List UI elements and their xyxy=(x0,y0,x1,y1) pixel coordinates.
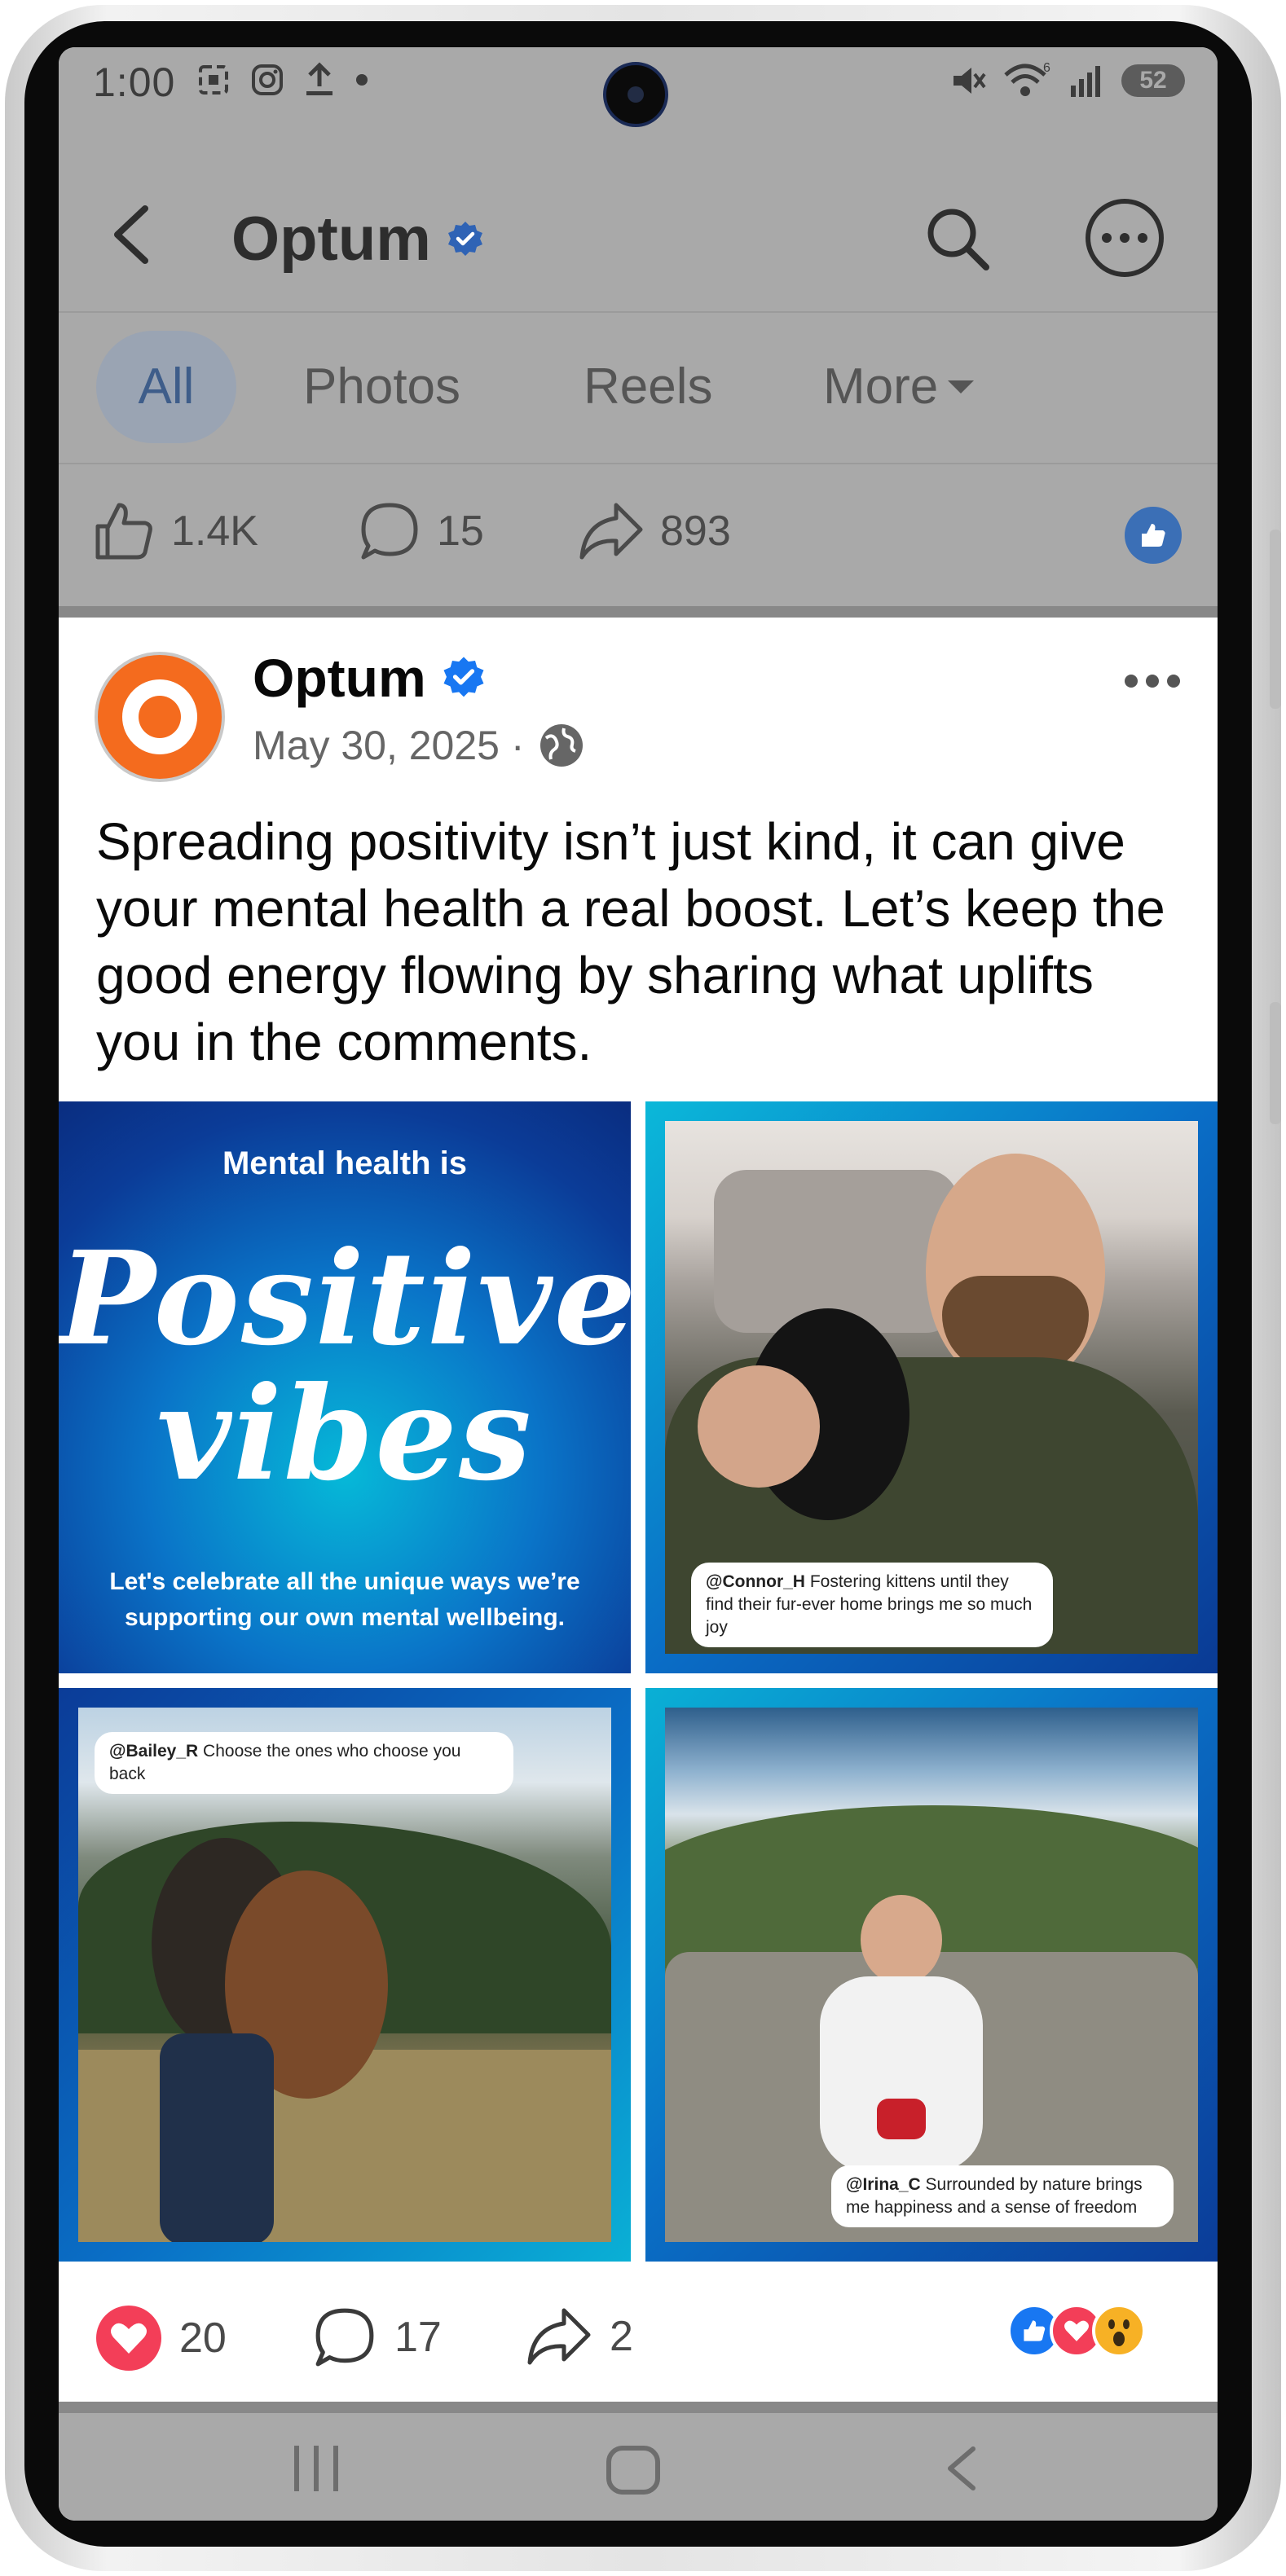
tile3-caption: @Bailey_R Choose the ones who choose you… xyxy=(95,1732,513,1794)
tab-more-label: More xyxy=(823,358,939,415)
share-icon xyxy=(579,503,643,560)
comment-icon xyxy=(361,503,418,560)
like-reaction-badge xyxy=(1125,507,1182,564)
volume-button xyxy=(1270,530,1281,709)
prev-comment-button[interactable]: 15 xyxy=(359,500,484,562)
comment-count: 17 xyxy=(394,2314,442,2361)
optum-logo xyxy=(122,679,197,754)
status-left-icons xyxy=(196,62,370,98)
photo-woman-in-nature: @Irina_C Surrounded by nature brings me … xyxy=(665,1708,1198,2242)
prev-share-count: 893 xyxy=(660,508,731,555)
status-time: 1:00 xyxy=(93,59,176,105)
mute-icon xyxy=(953,68,986,94)
more-options-button[interactable] xyxy=(1086,199,1164,277)
wifi-badge: 6 xyxy=(1043,61,1050,75)
post-text: Spreading positivity isn’t just kind, it… xyxy=(96,812,1165,1071)
photo-two-friends-hugging: @Bailey_R Choose the ones who choose you… xyxy=(78,1708,611,2242)
jeans xyxy=(160,2033,274,2242)
image-grid: Mental health is Positive vibes Let's ce… xyxy=(59,1101,1218,2262)
filter-tabs: All Photos Reels More xyxy=(59,313,1218,463)
system-navigation-bar xyxy=(59,2413,1218,2521)
globe-icon xyxy=(540,724,583,767)
man-hand xyxy=(698,1365,820,1488)
feed-separator xyxy=(59,606,1218,618)
tile4-caption: @Irina_C Surrounded by nature brings me … xyxy=(831,2165,1174,2227)
tile2-caption: @Connor_H Fostering kittens until they f… xyxy=(691,1563,1053,1647)
wifi-icon: 6 xyxy=(1004,61,1050,96)
post-card: Optum May 30, 2025 · Spreading positivit… xyxy=(59,618,1218,2402)
tile-footer: Let's celebrate all the unique ways we’r… xyxy=(109,1568,580,1631)
tile3-handle: @Bailey_R xyxy=(109,1742,199,1761)
tab-more[interactable]: More xyxy=(823,331,976,443)
search-icon[interactable] xyxy=(923,204,991,272)
chevron-down-icon xyxy=(948,380,975,393)
prev-like-button[interactable]: 1.4K xyxy=(93,500,258,562)
white-jacket xyxy=(820,1976,983,2172)
share-icon xyxy=(527,2308,591,2365)
post-options-button[interactable] xyxy=(1125,675,1180,688)
page-header: Optum xyxy=(59,129,1218,312)
system-back-icon[interactable] xyxy=(939,2446,988,2491)
image-tile-positive-vibes[interactable]: Mental health is Positive vibes Let's ce… xyxy=(59,1101,631,1673)
front-camera xyxy=(603,62,668,127)
home-button[interactable] xyxy=(606,2446,660,2495)
photo-man-with-cat: @Connor_H Fostering kittens until they f… xyxy=(665,1121,1198,1654)
tile-big-text-2: vibes xyxy=(156,1359,533,1510)
screenshot-icon xyxy=(199,65,228,95)
image-tile-connor[interactable]: @Connor_H Fostering kittens until they f… xyxy=(645,1101,1218,1673)
recent-apps-button[interactable] xyxy=(284,2446,349,2491)
dot-icon xyxy=(356,74,368,86)
back-arrow-icon[interactable] xyxy=(108,202,156,267)
post-date[interactable]: May 30, 2025 · xyxy=(253,722,525,769)
bottom-separator xyxy=(59,2402,1218,2413)
red-bag xyxy=(877,2099,926,2139)
tile4-handle: @Irina_C xyxy=(846,2175,921,2194)
like-icon xyxy=(1142,524,1165,547)
verified-badge-icon xyxy=(447,221,482,256)
previous-post-stats: 1.4K 15 893 xyxy=(59,464,1218,608)
woman-face xyxy=(861,1895,942,1985)
image-tile-irina[interactable]: @Irina_C Surrounded by nature brings me … xyxy=(645,1688,1218,2262)
page-title: Optum xyxy=(231,204,431,274)
share-button[interactable]: 2 xyxy=(525,2306,633,2367)
comment-button[interactable]: 17 xyxy=(313,2306,442,2369)
power-button xyxy=(1270,1002,1281,1124)
love-react-button[interactable]: 20 xyxy=(96,2306,227,2371)
tab-reels[interactable]: Reels xyxy=(584,331,713,443)
wow-icon xyxy=(1092,2304,1146,2358)
love-count: 20 xyxy=(179,2314,227,2362)
tile2-handle: @Connor_H xyxy=(706,1572,805,1591)
prev-comment-count: 15 xyxy=(437,508,484,555)
screen: 1:00 6 52 Optum All Photos Reels More 1.… xyxy=(59,47,1218,2521)
status-right-icons: 6 52 xyxy=(949,60,1185,101)
prev-share-button[interactable]: 893 xyxy=(577,500,731,562)
thumbs-up-icon xyxy=(95,503,152,560)
tile-big-text-1: Positive xyxy=(59,1224,631,1374)
status-bar: 1:00 6 52 xyxy=(59,47,1218,129)
upload-icon xyxy=(306,62,333,95)
battery-indicator: 52 xyxy=(1121,64,1185,97)
post-meta: May 30, 2025 · xyxy=(253,722,585,769)
reaction-summary[interactable] xyxy=(1007,2304,1146,2358)
signal-icon xyxy=(1071,66,1100,97)
prev-like-count: 1.4K xyxy=(171,508,258,555)
instagram-icon xyxy=(252,64,283,95)
author-row: Optum xyxy=(253,647,487,709)
page-title-group[interactable]: Optum xyxy=(231,204,485,275)
image-tile-bailey[interactable]: @Bailey_R Choose the ones who choose you… xyxy=(59,1688,631,2262)
avatar[interactable] xyxy=(95,652,225,782)
share-count: 2 xyxy=(610,2313,633,2360)
comment-icon xyxy=(315,2308,374,2367)
tab-all[interactable]: All xyxy=(96,331,236,443)
verified-badge-icon xyxy=(443,657,484,697)
post-author[interactable]: Optum xyxy=(253,647,426,709)
post-actions: 20 17 2 xyxy=(59,2262,1218,2402)
love-icon xyxy=(96,2306,161,2371)
tab-photos[interactable]: Photos xyxy=(303,331,460,443)
tile-heading: Mental health is xyxy=(222,1145,468,1181)
